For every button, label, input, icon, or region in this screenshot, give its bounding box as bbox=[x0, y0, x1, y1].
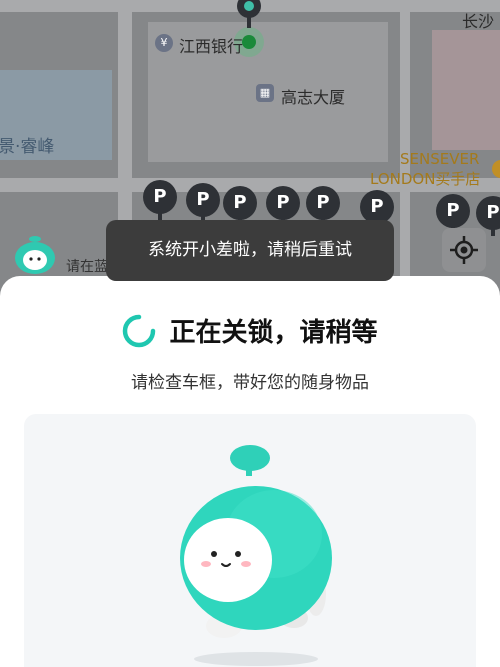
locate-icon bbox=[450, 236, 478, 264]
parking-marker[interactable]: P bbox=[360, 190, 394, 224]
parking-marker[interactable]: P bbox=[266, 186, 300, 220]
error-toast: 系统开小差啦，请稍后重试 bbox=[106, 220, 394, 281]
map-label-sensever: SENSEVER bbox=[400, 150, 480, 168]
map-label-jing-ruifeng: 景·睿峰 bbox=[0, 137, 55, 157]
parking-marker[interactable]: P bbox=[143, 180, 177, 214]
mascot-illustration-art bbox=[180, 445, 332, 666]
mascot-mini-icon[interactable] bbox=[12, 234, 58, 276]
building-icon: ▦ bbox=[256, 84, 274, 102]
title-row: 正在关锁，请稍等 bbox=[0, 312, 500, 349]
map-label-changsha: 长沙 bbox=[462, 12, 495, 31]
park-in-blue-hint: 请在蓝 bbox=[66, 259, 108, 275]
yen-icon: ¥ bbox=[155, 34, 173, 52]
parking-marker[interactable]: P bbox=[223, 186, 257, 220]
lock-status-sheet: 正在关锁，请稍等 请检查车框，带好您的随身物品 bbox=[0, 276, 500, 667]
shop-icon bbox=[492, 160, 500, 178]
map-label-bank: 江西银行 bbox=[179, 37, 244, 56]
parking-marker[interactable]: P bbox=[476, 196, 500, 230]
map-label-london: LONDON买手店 bbox=[370, 170, 481, 188]
loading-spinner-icon bbox=[123, 314, 156, 347]
parking-marker[interactable]: P bbox=[186, 183, 220, 217]
mascot-illustration bbox=[24, 414, 476, 667]
sheet-subtitle: 请检查车框，带好您的随身物品 bbox=[131, 373, 369, 393]
parking-marker[interactable]: P bbox=[436, 194, 470, 228]
parking-marker[interactable]: P bbox=[306, 186, 340, 220]
locate-button[interactable] bbox=[442, 228, 486, 272]
sheet-title: 正在关锁，请稍等 bbox=[169, 318, 378, 348]
map-block bbox=[432, 30, 500, 150]
map-label-building: 高志大厦 bbox=[281, 88, 346, 107]
